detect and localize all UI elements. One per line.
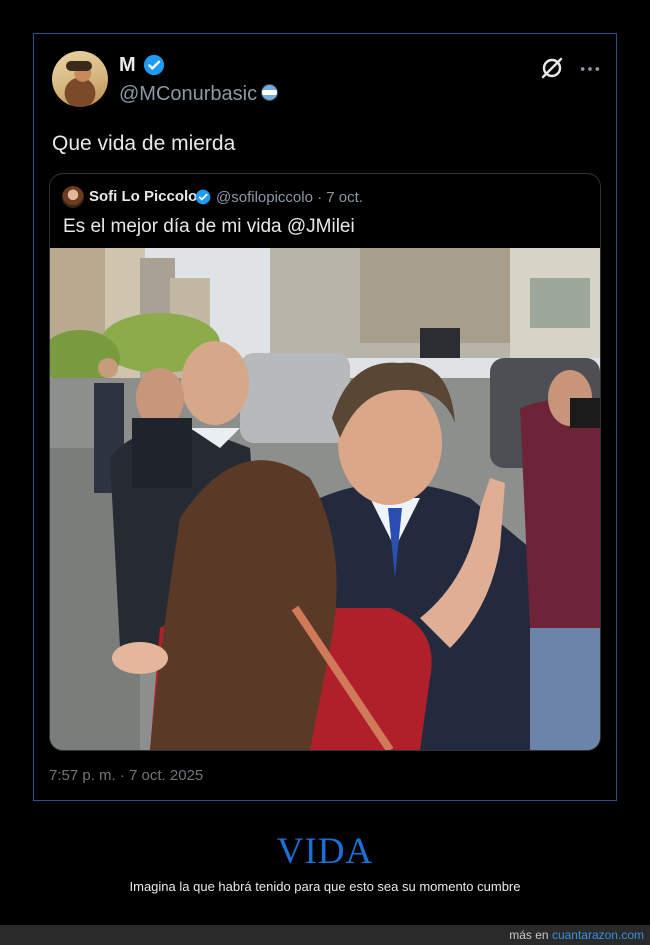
caption-subtitle: Imagina la que habrá tenido para que est… [129, 879, 521, 894]
quote-display-name: Sofi Lo Piccolo [89, 188, 198, 205]
flag-icon [261, 84, 279, 101]
footer-text: más en cuantarazon.com [509, 928, 644, 942]
site-link[interactable]: cuantarazon.com [552, 928, 644, 942]
caption-title: VIDA [276, 831, 374, 872]
tweet-timestamp[interactable]: 7:57 p. m. · 7 oct. 2025 [49, 767, 203, 784]
quote-avatar [62, 186, 84, 208]
photo-illustration [50, 248, 600, 750]
quoted-tweet[interactable]: Sofi Lo Piccolo @sofilopiccolo · 7 oct. … [49, 173, 601, 751]
user-handle[interactable]: @MConurbasic [119, 83, 279, 106]
quote-verified-badge-icon [195, 189, 211, 205]
verified-badge-icon [143, 54, 165, 76]
tweet-card[interactable]: M @MConurbasic Que vida de mierda Sofi L… [33, 33, 617, 801]
avatar[interactable] [52, 51, 108, 107]
grok-icon[interactable] [540, 56, 564, 80]
quote-text: Es el mejor día de mi vida @JMilei [63, 216, 355, 237]
street-crowd-photo[interactable] [50, 248, 600, 750]
display-name[interactable]: M [119, 54, 136, 77]
more-icon[interactable] [579, 58, 601, 80]
tweet-text: Que vida de mierda [52, 132, 236, 155]
footer-bar: más en cuantarazon.com [0, 925, 650, 945]
quote-handle-date: @sofilopiccolo · 7 oct. [216, 189, 363, 206]
